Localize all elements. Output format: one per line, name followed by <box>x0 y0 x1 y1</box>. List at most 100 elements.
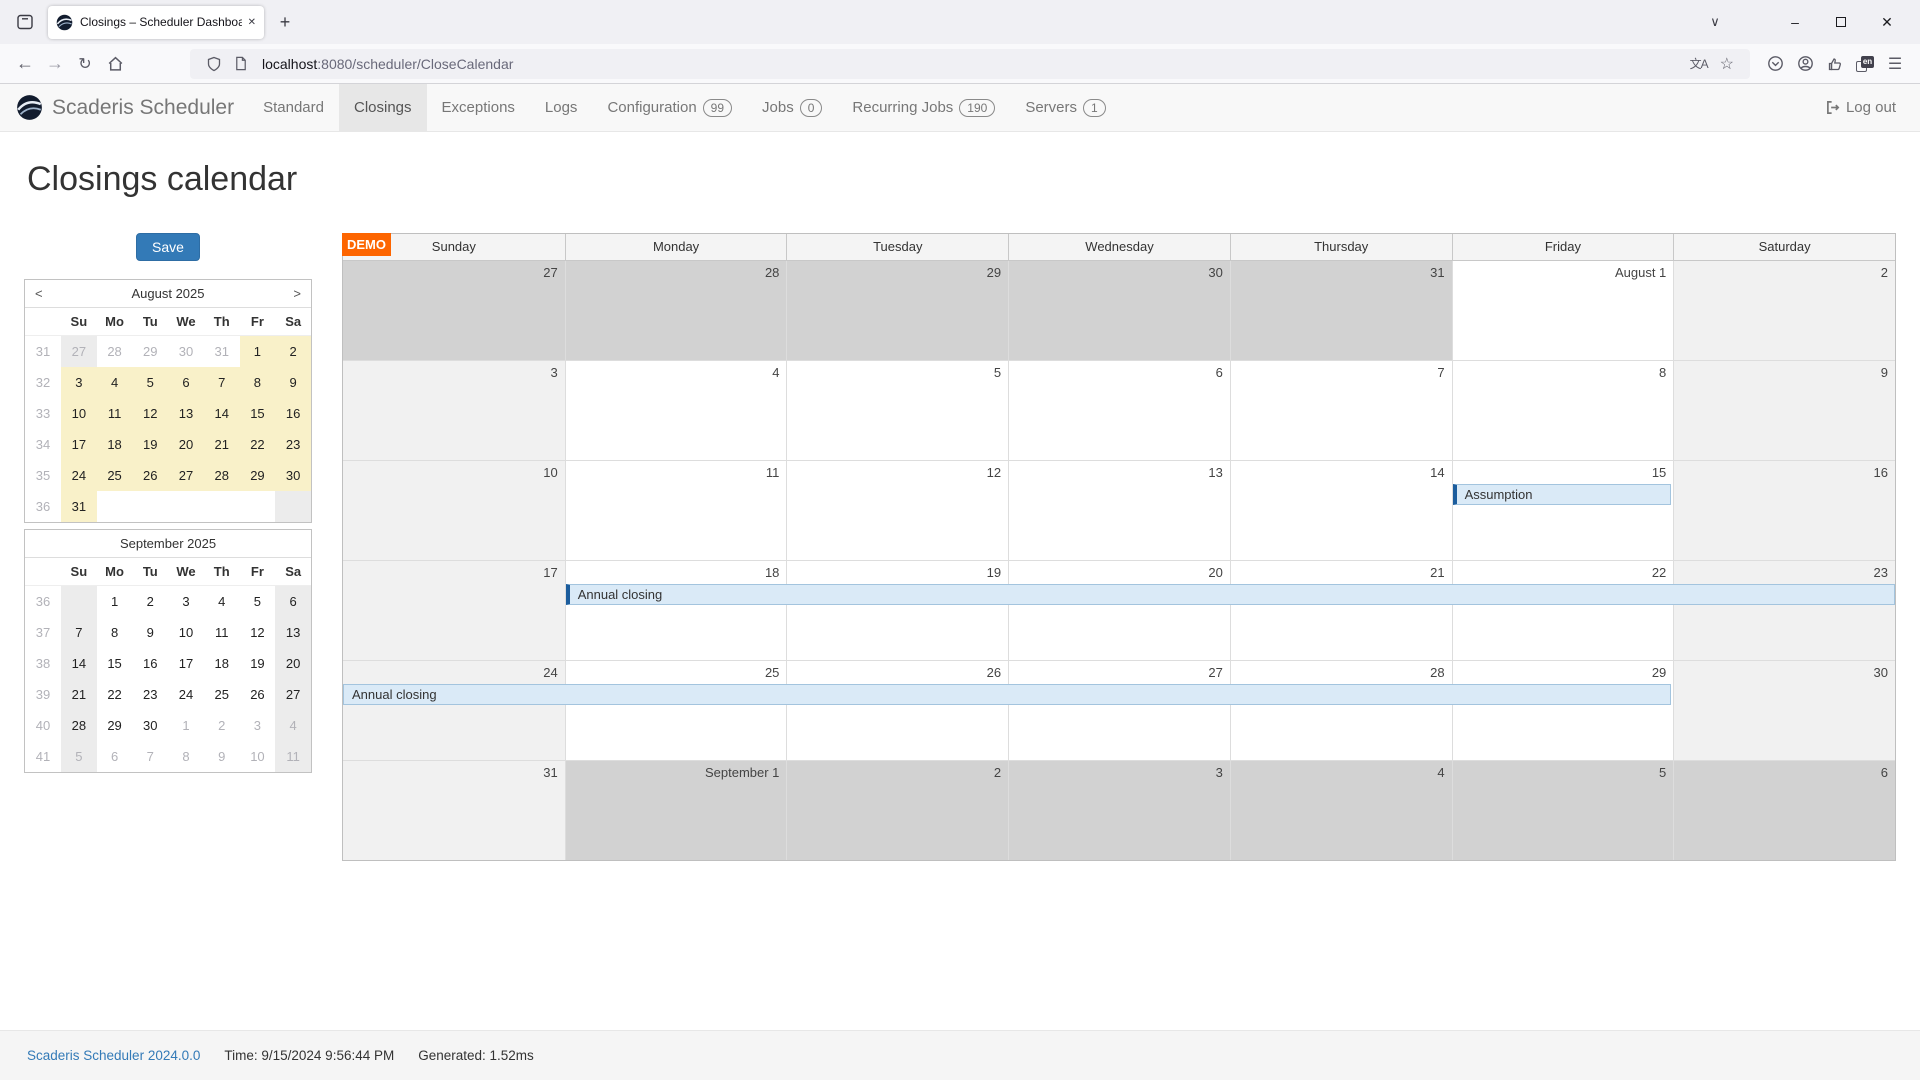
calendar-day-cell[interactable]: 5 <box>786 361 1008 460</box>
mini-day-cell[interactable]: 3 <box>61 367 97 398</box>
mini-day-cell[interactable]: 11 <box>275 741 311 772</box>
nav-item-standard[interactable]: Standard <box>248 84 339 131</box>
mini-day-cell[interactable]: 2 <box>132 586 168 617</box>
tab-close-icon[interactable]: ✕ <box>248 17 256 28</box>
calendar-day-cell[interactable]: 28 <box>565 261 787 360</box>
calendar-day-cell[interactable]: 18 <box>565 561 787 660</box>
list-all-tabs-chevron-icon[interactable]: ∨ <box>1700 7 1730 37</box>
mini-day-cell[interactable]: 5 <box>132 367 168 398</box>
mini-day-cell[interactable]: 29 <box>132 336 168 367</box>
translate-icon[interactable]: 文A <box>1690 55 1708 72</box>
mini-day-cell[interactable]: 7 <box>61 617 97 648</box>
calendar-day-cell[interactable]: 30 <box>1673 661 1895 760</box>
mini-day-cell[interactable]: 4 <box>97 367 133 398</box>
back-icon[interactable]: ← <box>10 49 40 79</box>
mini-day-cell[interactable]: 20 <box>168 429 204 460</box>
mini-day-cell[interactable]: 1 <box>240 336 276 367</box>
mini-day-cell[interactable]: 30 <box>275 460 311 491</box>
page-info-icon[interactable] <box>234 56 248 71</box>
mini-day-cell[interactable]: 8 <box>97 617 133 648</box>
mini-day-cell[interactable]: 27 <box>275 679 311 710</box>
mini-day-cell[interactable] <box>204 491 240 522</box>
calendar-day-cell[interactable]: 10 <box>343 461 565 560</box>
calendar-day-cell[interactable]: September 1 <box>565 761 787 860</box>
mini-day-cell[interactable]: 26 <box>240 679 276 710</box>
calendar-day-cell[interactable]: 26 <box>786 661 1008 760</box>
calendar-day-cell[interactable]: 13 <box>1008 461 1230 560</box>
mini-day-cell[interactable]: 10 <box>240 741 276 772</box>
mini-day-cell[interactable]: 9 <box>132 617 168 648</box>
mini-day-cell[interactable]: 4 <box>275 710 311 741</box>
mini-day-cell[interactable]: 21 <box>204 429 240 460</box>
mini-day-cell[interactable] <box>61 586 97 617</box>
mini-day-cell[interactable]: 1 <box>97 586 133 617</box>
nav-item-closings[interactable]: Closings <box>339 84 427 131</box>
mini-day-cell[interactable]: 3 <box>168 586 204 617</box>
calendar-day-cell[interactable]: 16 <box>1673 461 1895 560</box>
mini-day-cell[interactable]: 16 <box>275 398 311 429</box>
mini-day-cell[interactable]: 26 <box>132 460 168 491</box>
save-button[interactable]: Save <box>136 233 200 261</box>
calendar-day-cell[interactable]: 24 <box>343 661 565 760</box>
mini-day-cell[interactable]: 23 <box>275 429 311 460</box>
mini-day-cell[interactable]: 4 <box>204 586 240 617</box>
mini-day-cell[interactable]: 5 <box>61 741 97 772</box>
event-bar[interactable]: Annual closing <box>343 684 1671 705</box>
mini-day-cell[interactable]: 17 <box>168 648 204 679</box>
mini-day-cell[interactable]: 16 <box>132 648 168 679</box>
calendar-day-cell[interactable]: 15 <box>1452 461 1674 560</box>
calendar-day-cell[interactable]: 31 <box>343 761 565 860</box>
mini-day-cell[interactable] <box>97 491 133 522</box>
next-month-button[interactable]: > <box>283 286 301 301</box>
mini-day-cell[interactable]: 15 <box>240 398 276 429</box>
mini-day-cell[interactable]: 29 <box>97 710 133 741</box>
mini-day-cell[interactable]: 13 <box>275 617 311 648</box>
mini-day-cell[interactable]: 15 <box>97 648 133 679</box>
mini-day-cell[interactable]: 18 <box>204 648 240 679</box>
mini-day-cell[interactable]: 8 <box>168 741 204 772</box>
calendar-day-cell[interactable]: 31 <box>1230 261 1452 360</box>
mini-day-cell[interactable] <box>275 491 311 522</box>
mini-day-cell[interactable]: 2 <box>204 710 240 741</box>
mini-day-cell[interactable]: 28 <box>204 460 240 491</box>
new-tab-button[interactable]: + <box>270 7 300 37</box>
calendar-day-cell[interactable]: 28 <box>1230 661 1452 760</box>
calendar-day-cell[interactable]: 27 <box>343 261 565 360</box>
mini-day-cell[interactable]: 25 <box>97 460 133 491</box>
calendar-day-cell[interactable]: 23 <box>1673 561 1895 660</box>
nav-item-logs[interactable]: Logs <box>530 84 593 131</box>
mini-day-cell[interactable]: 29 <box>240 460 276 491</box>
calendar-day-cell[interactable]: August 1 <box>1452 261 1674 360</box>
mini-day-cell[interactable]: 2 <box>275 336 311 367</box>
calendar-day-cell[interactable]: 4 <box>565 361 787 460</box>
calendar-day-cell[interactable]: 9 <box>1673 361 1895 460</box>
mini-day-cell[interactable]: 20 <box>275 648 311 679</box>
mini-day-cell[interactable]: 19 <box>240 648 276 679</box>
mini-day-cell[interactable]: 23 <box>132 679 168 710</box>
mini-day-cell[interactable]: 6 <box>275 586 311 617</box>
mini-day-cell[interactable]: 14 <box>61 648 97 679</box>
mini-day-cell[interactable]: 5 <box>240 586 276 617</box>
mini-day-cell[interactable]: 3 <box>240 710 276 741</box>
mini-day-cell[interactable]: 13 <box>168 398 204 429</box>
mini-day-cell[interactable]: 1 <box>168 710 204 741</box>
mini-day-cell[interactable]: 19 <box>132 429 168 460</box>
mini-day-cell[interactable] <box>132 491 168 522</box>
account-icon[interactable] <box>1790 49 1820 79</box>
nav-item-servers[interactable]: Servers1 <box>1010 84 1120 131</box>
extension-icon[interactable] <box>1820 49 1850 79</box>
browser-tab-active[interactable]: Closings – Scheduler Dashboard ✕ <box>48 6 264 39</box>
mini-day-cell[interactable]: 17 <box>61 429 97 460</box>
mini-day-cell[interactable]: 7 <box>204 367 240 398</box>
window-close-button[interactable]: ✕ <box>1864 7 1910 37</box>
calendar-day-cell[interactable]: 4 <box>1230 761 1452 860</box>
translate-extension-icon[interactable]: en <box>1850 49 1880 79</box>
mini-day-cell[interactable]: 31 <box>204 336 240 367</box>
mini-day-cell[interactable] <box>168 491 204 522</box>
window-minimize-button[interactable]: – <box>1772 7 1818 37</box>
calendar-day-cell[interactable]: 27 <box>1008 661 1230 760</box>
mini-day-cell[interactable]: 6 <box>97 741 133 772</box>
calendar-day-cell[interactable]: 3 <box>1008 761 1230 860</box>
calendar-day-cell[interactable]: 21 <box>1230 561 1452 660</box>
reload-icon[interactable]: ↻ <box>70 49 100 79</box>
